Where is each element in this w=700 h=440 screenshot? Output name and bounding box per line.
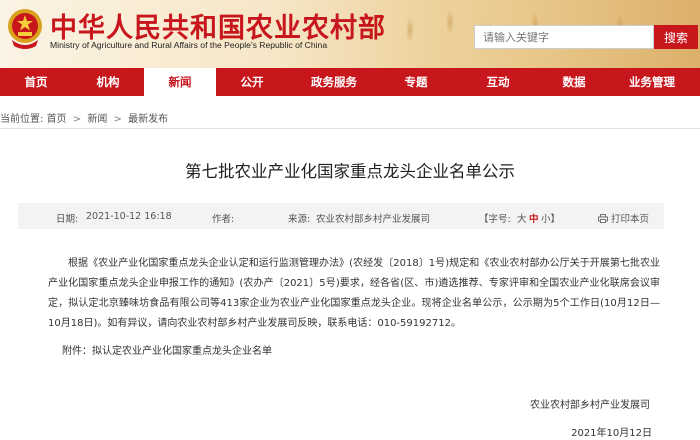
breadcrumb-latest[interactable]: 最新发布 <box>128 114 168 125</box>
font-size-large[interactable]: 大 <box>517 211 527 225</box>
date-label: 日期: <box>56 214 79 225</box>
breadcrumb-home[interactable]: 首页 <box>47 114 67 125</box>
nav-item-data[interactable]: 数据 <box>544 68 604 96</box>
nav-item-interaction[interactable]: 互动 <box>452 68 544 96</box>
print-label: 打印本页 <box>611 214 650 225</box>
nav-item-institutions[interactable]: 机构 <box>72 68 144 96</box>
attachment-link[interactable]: 拟认定农业产业化国家重点龙头企业名单 <box>92 346 272 357</box>
attachment: 附件：拟认定农业产业化国家重点龙头企业名单 <box>62 342 272 357</box>
article-meta-bar: 日期: 2021-10-12 16:18 作者: 来源: 农业农村部乡村产业发展… <box>18 203 664 229</box>
nav-item-public[interactable]: 公开 <box>216 68 288 96</box>
site-subtitle: Ministry of Agriculture and Rural Affair… <box>50 40 328 50</box>
nav-item-news[interactable]: 新闻 <box>144 68 216 96</box>
search-input[interactable] <box>474 25 654 49</box>
breadcrumb: 当前位置: 首页 > 新闻 > 最新发布 <box>0 110 168 125</box>
article-body: 根据《农业产业化国家重点龙头企业认定和运行监测管理办法》(农经发〔2018〕1号… <box>48 258 660 329</box>
breadcrumb-prefix: 当前位置: <box>0 114 44 125</box>
publish-date: 2021-10-12 16:18 <box>86 211 172 222</box>
author-label: 作者: <box>212 214 235 225</box>
national-emblem-icon <box>8 9 42 49</box>
breadcrumb-divider <box>0 128 700 129</box>
breadcrumb-news[interactable]: 新闻 <box>87 114 107 125</box>
printer-icon <box>598 214 608 223</box>
site-header: 中华人民共和国农业农村部 Ministry of Agriculture and… <box>0 0 700 68</box>
attachment-label: 附件： <box>62 346 92 357</box>
font-size-small[interactable]: 小】 <box>541 211 560 225</box>
font-size-label: 【字号: <box>479 214 511 225</box>
main-nav: 首页 机构 新闻 公开 政务服务 专题 互动 数据 业务管理 <box>0 68 700 96</box>
breadcrumb-separator: > <box>72 114 82 125</box>
signature-date: 2021年10月12日 <box>571 428 652 439</box>
font-size-medium[interactable]: 中 <box>529 211 539 225</box>
article-title: 第七批农业产业化国家重点龙头企业名单公示 <box>185 162 515 181</box>
search-button[interactable]: 搜索 <box>654 25 698 49</box>
signature-organization: 农业农村部乡村产业发展司 <box>530 400 650 411</box>
nav-item-topics[interactable]: 专题 <box>380 68 452 96</box>
nav-item-government-services[interactable]: 政务服务 <box>288 68 380 96</box>
source-label: 来源: <box>288 214 311 225</box>
breadcrumb-separator: > <box>113 114 122 125</box>
nav-item-home[interactable]: 首页 <box>0 68 72 96</box>
print-button[interactable]: 打印本页 <box>598 211 649 225</box>
nav-item-business-management[interactable]: 业务管理 <box>604 68 700 96</box>
source-value: 农业农村部乡村产业发展司 <box>316 214 431 225</box>
